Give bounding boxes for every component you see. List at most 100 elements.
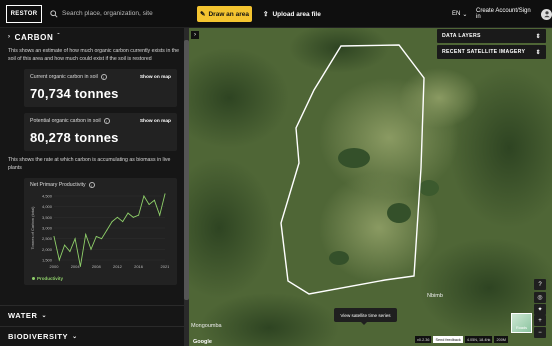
current-carbon-value: 70,734 tonnes bbox=[30, 86, 119, 101]
map-imagery bbox=[189, 28, 552, 346]
satellite-timeseries-label: View satellite time series bbox=[340, 312, 391, 318]
npp-chart-card: Net Primary Productivity i 1,500 2,000 2,5… bbox=[24, 178, 177, 285]
upload-area-label: Upload area file bbox=[272, 10, 321, 18]
biodiversity-title: BIODIVERSITY bbox=[8, 332, 69, 341]
y-axis-label: Tonnes of Carbon (total) bbox=[30, 206, 35, 250]
compass-button[interactable]: ✦ bbox=[534, 304, 546, 315]
collapse-sidebar-button[interactable]: › bbox=[191, 31, 199, 39]
info-icon[interactable]: i bbox=[100, 74, 107, 80]
biodiversity-section-header[interactable]: BIODIVERSITY ⌄ bbox=[0, 332, 86, 341]
logo-text: RESTOR bbox=[10, 10, 38, 17]
info-icon[interactable]: i bbox=[103, 118, 110, 124]
basemap-toggle[interactable]: Roads bbox=[511, 313, 532, 333]
potential-carbon-value: 80,278 tonnes bbox=[30, 130, 119, 145]
carbon-description: This shows an estimate of how much organ… bbox=[8, 48, 179, 62]
draw-area-button[interactable]: ✎ Draw an area bbox=[197, 6, 252, 22]
potential-carbon-card: Potential organic carbon in soil i Show … bbox=[24, 113, 177, 151]
place-label: Mongoumba bbox=[191, 323, 222, 329]
satellite-timeseries-button[interactable]: View satellite time series bbox=[334, 308, 397, 322]
imagery-dropdown[interactable]: RECENT SATELLITE IMAGERY ⇕ bbox=[437, 45, 546, 59]
imagery-label: RECENT SATELLITE IMAGERY bbox=[442, 49, 526, 55]
data-point bbox=[138, 214, 140, 216]
x-tick-label: 2004 bbox=[71, 264, 81, 269]
y-tick-label: 3,000 bbox=[42, 226, 53, 231]
y-tick-label: 1,500 bbox=[42, 258, 53, 263]
data-point bbox=[106, 229, 108, 231]
caret-icon bbox=[361, 322, 367, 325]
npp-title: Net Primary Productivity bbox=[30, 182, 86, 188]
language-label: EN bbox=[452, 11, 461, 17]
data-point bbox=[132, 216, 134, 218]
data-point bbox=[69, 250, 71, 252]
scale-label: 200M bbox=[494, 336, 508, 343]
data-point bbox=[79, 265, 81, 267]
minus-icon: − bbox=[538, 329, 542, 336]
version-label: v0.2.36 bbox=[415, 336, 432, 343]
locate-icon: ◎ bbox=[537, 295, 543, 301]
data-point bbox=[111, 221, 113, 223]
carbon-section-header[interactable]: › CARBON ˆ bbox=[0, 30, 189, 44]
search-placeholder: Search place, organization, site bbox=[62, 10, 153, 17]
chart-legend: Productivity bbox=[32, 276, 63, 281]
google-logo: Google bbox=[193, 339, 212, 345]
restor-logo[interactable]: RESTOR bbox=[6, 4, 42, 23]
question-icon: ? bbox=[538, 281, 542, 288]
water-section-header[interactable]: WATER ⌄ bbox=[0, 311, 55, 320]
data-point bbox=[90, 248, 92, 250]
compass-icon: ✦ bbox=[537, 307, 543, 313]
data-layers-label: DATA LAYERS bbox=[442, 33, 481, 39]
current-carbon-label: Current organic carbon in soil bbox=[30, 74, 98, 80]
data-point bbox=[116, 216, 118, 218]
biomass-description: This shows the rate at which carbon is a… bbox=[8, 157, 171, 171]
search-input[interactable]: Search place, organization, site bbox=[50, 6, 190, 22]
data-layers-dropdown[interactable]: DATA LAYERS ⇕ bbox=[437, 29, 546, 43]
roads-label: Roads bbox=[516, 326, 527, 330]
series-line bbox=[53, 193, 166, 267]
data-point bbox=[164, 193, 166, 195]
divider bbox=[0, 305, 184, 306]
data-point bbox=[58, 259, 60, 261]
x-tick-label: 2021 bbox=[161, 264, 169, 269]
data-point bbox=[143, 195, 145, 197]
chevron-up-icon: ˆ bbox=[57, 34, 60, 40]
current-carbon-card: Current organic carbon in soil i Show on… bbox=[24, 69, 177, 107]
chevron-right-icon: › bbox=[8, 34, 11, 40]
chevron-down-icon: ⌄ bbox=[72, 334, 78, 340]
sidebar-panel: › CARBON ˆ This shows an estimate of how… bbox=[0, 28, 189, 346]
carbon-title: CARBON bbox=[14, 32, 54, 42]
send-feedback-button[interactable]: Send feedback bbox=[433, 336, 463, 343]
chevron-down-icon: ⌄ bbox=[462, 11, 468, 18]
data-point bbox=[95, 236, 97, 238]
data-point bbox=[159, 214, 161, 216]
zoom-in-button[interactable]: + bbox=[534, 315, 546, 326]
chevron-updown-icon: ⇕ bbox=[535, 33, 541, 40]
x-tick-label: 2008 bbox=[92, 264, 102, 269]
satellite-map[interactable] bbox=[189, 28, 552, 346]
zoom-out-button[interactable]: − bbox=[534, 327, 546, 338]
x-tick-label: 2000 bbox=[50, 264, 60, 269]
data-point bbox=[127, 212, 129, 214]
upload-area-button[interactable]: ⇪ Upload area file bbox=[263, 6, 321, 22]
chevron-updown-icon: ⇕ bbox=[535, 49, 541, 56]
help-button[interactable]: ? bbox=[534, 279, 546, 290]
locate-button[interactable]: ◎ bbox=[534, 292, 546, 303]
info-icon[interactable]: i bbox=[88, 182, 95, 188]
language-selector[interactable]: EN ⌄ bbox=[452, 6, 467, 22]
current-show-on-map-link[interactable]: Show on map bbox=[140, 75, 171, 80]
chevron-down-icon: ⌄ bbox=[41, 313, 48, 319]
data-point bbox=[53, 236, 55, 238]
top-bar: RESTOR Search place, organization, site … bbox=[0, 0, 552, 28]
user-avatar-icon bbox=[541, 8, 552, 20]
y-tick-label: 3,500 bbox=[42, 215, 53, 220]
data-point bbox=[85, 233, 87, 235]
x-tick-label: 2012 bbox=[113, 264, 123, 269]
account-button[interactable]: Create Account/Sign in bbox=[476, 6, 552, 22]
potential-show-on-map-link[interactable]: Show on map bbox=[140, 119, 171, 124]
place-label: Nbimb bbox=[427, 293, 443, 299]
pencil-icon: ✎ bbox=[200, 11, 206, 18]
y-tick-label: 2,500 bbox=[42, 236, 53, 241]
data-point bbox=[64, 244, 66, 246]
npp-line-chart: 1,500 2,000 2,500 3,000 3,500 4,000 4,500 2000 2… bbox=[30, 193, 169, 269]
y-tick-label: 2,000 bbox=[42, 247, 53, 252]
data-point bbox=[148, 204, 150, 206]
